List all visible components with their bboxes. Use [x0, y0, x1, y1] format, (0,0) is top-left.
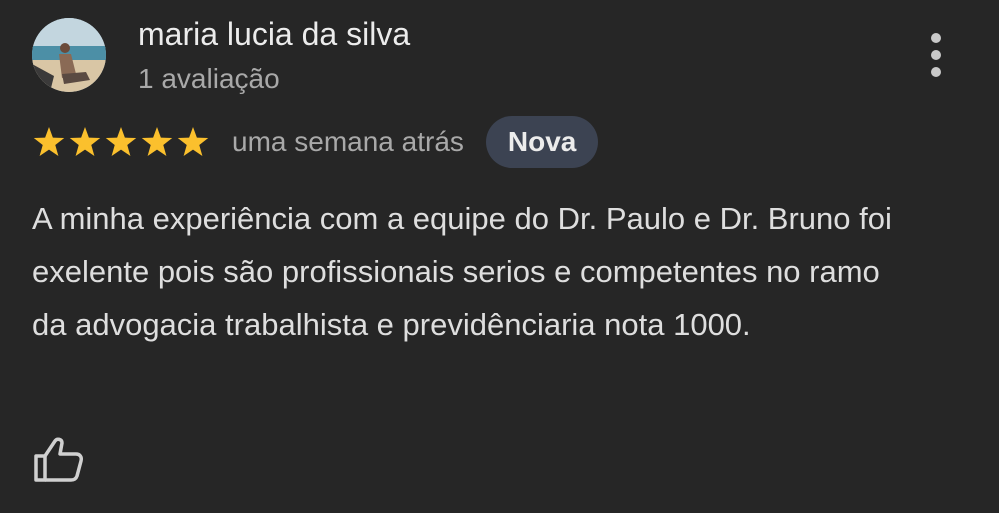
avatar-photo [32, 18, 106, 92]
star-icon [69, 127, 101, 156]
more-vert-icon [931, 33, 941, 43]
star-icon [177, 127, 209, 156]
rating-row: uma semana atrás Nova [32, 116, 599, 168]
star-icon [105, 127, 137, 156]
more-vert-icon-dot [931, 50, 941, 60]
star-rating [32, 125, 210, 159]
more-vert-icon-dot [931, 67, 941, 77]
more-options-button[interactable] [916, 30, 956, 80]
star-icon [141, 127, 173, 156]
author-name[interactable]: maria lucia da silva [138, 14, 410, 54]
author-avatar[interactable] [32, 18, 106, 92]
review-time: uma semana atrás [232, 126, 464, 157]
like-button[interactable] [32, 436, 86, 484]
review-text: A minha experiência com a equipe do Dr. … [32, 201, 892, 342]
thumbs-up-icon [34, 437, 83, 482]
star-icon [33, 127, 65, 156]
author-review-count: 1 avaliação [138, 63, 280, 94]
new-badge: Nova [485, 116, 599, 168]
